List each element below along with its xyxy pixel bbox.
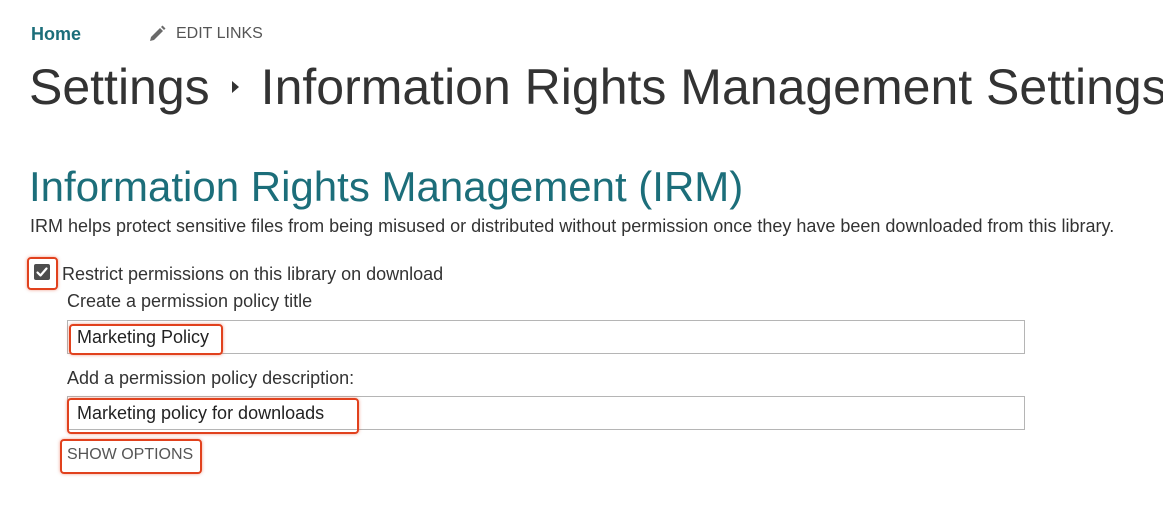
policy-title-label: Create a permission policy title: [67, 291, 313, 311]
edit-links-label: EDIT LINKS: [176, 25, 263, 42]
page-title: Settings Information Rights Management S…: [29, 58, 1163, 116]
breadcrumb-settings[interactable]: Settings: [29, 58, 210, 116]
policy-description-highlight: [67, 398, 359, 434]
chevron-right-icon: [231, 81, 239, 93]
edit-links-button[interactable]: EDIT LINKS: [148, 25, 263, 43]
restrict-permissions-checkbox[interactable]: [34, 264, 50, 280]
irm-section-title: Information Rights Management (IRM): [29, 163, 744, 210]
home-link[interactable]: Home: [31, 24, 81, 45]
show-options-highlight: [60, 439, 202, 474]
breadcrumb-current: Information Rights Management Settings: [260, 59, 1163, 115]
policy-description-label: Add a permission policy description:: [67, 368, 355, 388]
restrict-permissions-label: Restrict permissions on this library on …: [62, 264, 444, 284]
irm-description: IRM helps protect sensitive files from b…: [30, 216, 1115, 236]
policy-title-highlight: [69, 324, 223, 355]
checkmark-icon: [36, 267, 48, 277]
pencil-icon: [148, 25, 166, 43]
